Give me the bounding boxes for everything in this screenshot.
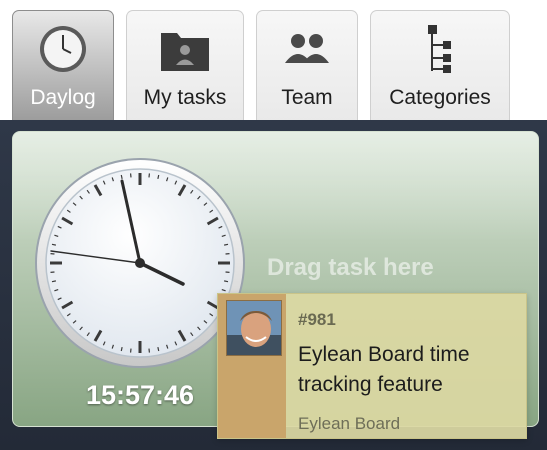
task-card-strip <box>218 294 286 438</box>
drag-hint-text: Drag task here <box>267 254 434 281</box>
digital-time: 15:57:46 <box>85 380 195 410</box>
minute-tick <box>157 174 160 180</box>
clock-icon <box>40 26 86 72</box>
task-title: Eylean Board time tracking feature <box>298 343 470 396</box>
task-card[interactable]: #981 Eylean Board time tracking feature … <box>217 293 527 439</box>
tab-categories-label: Categories <box>389 86 491 109</box>
tab-team-label: Team <box>281 86 333 109</box>
minute-tick <box>120 174 123 180</box>
tab-my-tasks[interactable]: My tasks <box>126 10 244 121</box>
tab-bar: Daylog My tasks Team Categories <box>0 0 547 121</box>
minute-tick <box>51 243 57 246</box>
tab-team[interactable]: Team <box>256 10 358 121</box>
minute-tick <box>51 280 57 283</box>
tab-my-tasks-label: My tasks <box>143 86 227 109</box>
minute-tick <box>223 243 229 246</box>
folder-user-icon <box>161 33 209 71</box>
task-id: #981 <box>298 310 336 329</box>
minute-tick <box>223 280 229 283</box>
tab-daylog[interactable]: Daylog <box>12 10 114 121</box>
analog-clock <box>35 158 245 368</box>
tab-daylog-label: Daylog <box>30 86 96 109</box>
minute-tick <box>120 346 123 352</box>
hierarchy-icon <box>428 25 451 73</box>
tab-categories[interactable]: Categories <box>370 10 510 121</box>
minute-tick <box>157 346 160 352</box>
team-icon <box>285 34 329 63</box>
user-avatar <box>226 300 282 356</box>
task-board-name: Eylean Board <box>298 414 401 433</box>
